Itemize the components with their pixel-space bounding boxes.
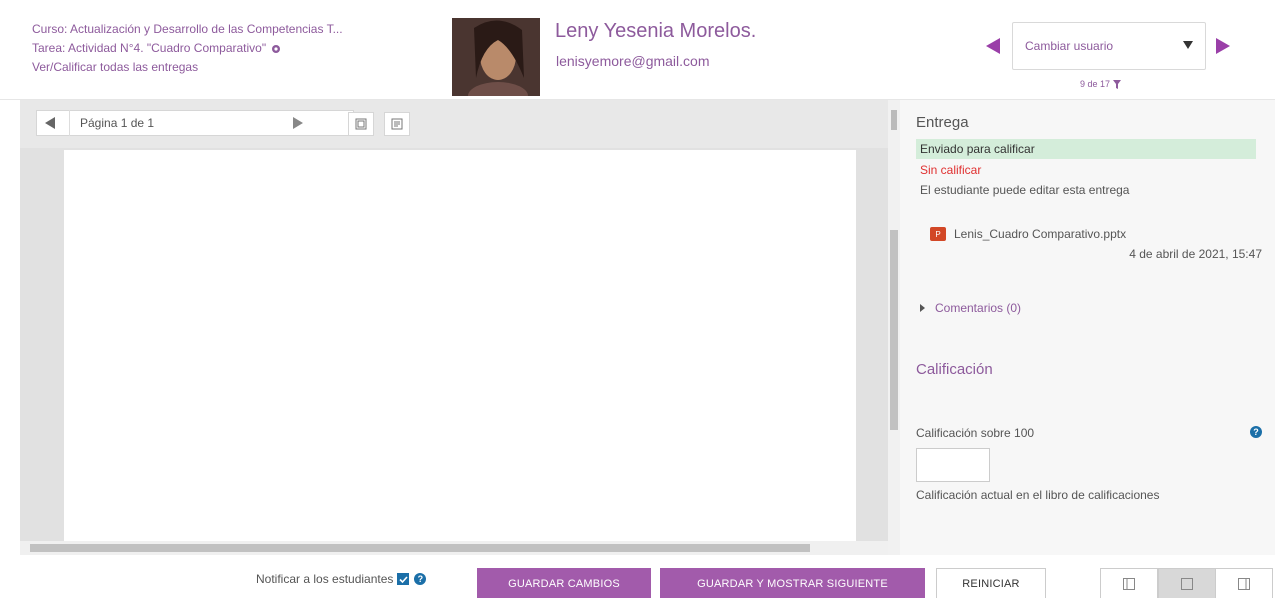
powerpoint-icon: P [930, 227, 946, 241]
save-changes-button[interactable]: GUARDAR CAMBIOS [477, 568, 651, 598]
pdf-page[interactable] [64, 150, 856, 541]
user-name[interactable]: Leny Yesenia Morelos. [555, 20, 756, 43]
action-bar: Notificar a los estudiantes ? GUARDAR CA… [0, 560, 1275, 598]
grader-header: Curso: Actualización y Desarrollo de las… [0, 0, 1275, 100]
gear-icon[interactable] [271, 44, 281, 54]
caret-right-icon [920, 304, 925, 312]
course-info: Curso: Actualización y Desarrollo de las… [32, 20, 343, 77]
search-comments-button[interactable] [348, 112, 374, 136]
help-icon[interactable]: ? [414, 573, 427, 585]
course-link[interactable]: Curso: Actualización y Desarrollo de las… [32, 20, 343, 39]
collapse-review-panel-button[interactable] [1100, 568, 1158, 598]
help-icon[interactable]: ? [1250, 426, 1262, 438]
horizontal-scrollbar-thumb[interactable] [30, 544, 810, 552]
grade-label: Calificación sobre 100 [916, 426, 1035, 440]
current-grade-label: Calificación actual en el libro de calif… [916, 488, 1160, 502]
panel-right-icon [1238, 578, 1250, 590]
save-and-show-next-button[interactable]: GUARDAR Y MOSTRAR SIGUIENTE [660, 568, 925, 598]
next-user-icon[interactable] [1216, 38, 1230, 54]
filter-icon[interactable] [1113, 79, 1122, 89]
submission-title: Entrega [916, 114, 969, 131]
page-select[interactable]: Página 1 de 1 [69, 110, 289, 136]
file-link[interactable]: Lenis_Cuadro Comparativo.pptx [954, 227, 1126, 241]
change-user-placeholder: Cambiar usuario [1025, 39, 1114, 53]
default-layout-button[interactable] [1158, 568, 1216, 598]
user-count: 9 de 17 [1080, 79, 1122, 89]
check-icon [399, 575, 408, 583]
notify-students: Notificar a los estudiantes ? [256, 572, 427, 586]
submitted-file: P Lenis_Cuadro Comparativo.pptx [916, 227, 1261, 241]
file-date: 4 de abril de 2021, 15:47 [1129, 247, 1262, 261]
grade-section-title: Calificación [916, 361, 993, 378]
grading-panel: Entrega Enviado para calificar Sin calif… [900, 100, 1275, 555]
view-all-submissions-link[interactable]: Ver/Calificar todas las entregas [32, 58, 343, 77]
user-count-text: 9 de 17 [1080, 79, 1111, 89]
vertical-scrollbar[interactable] [888, 100, 900, 555]
pdf-toolbar: Página 1 de 1 [20, 100, 888, 148]
comments-label: Comentarios (0) [935, 301, 1022, 315]
horizontal-scrollbar[interactable] [20, 541, 888, 555]
chevron-down-icon [1183, 41, 1193, 49]
next-page-icon[interactable] [293, 117, 303, 129]
comments-toggle[interactable]: Comentarios (0) [916, 301, 1261, 315]
user-email: lenisyemore@gmail.com [556, 53, 710, 69]
grading-status: Sin calificar [920, 163, 982, 177]
change-user-select[interactable]: Cambiar usuario [1012, 22, 1206, 70]
grade-input[interactable] [916, 448, 990, 482]
comment-search-icon [355, 118, 367, 130]
reset-button[interactable]: REINICIAR [936, 568, 1046, 598]
previous-user-icon[interactable] [986, 38, 1000, 54]
notify-label: Notificar a los estudiantes [256, 572, 394, 586]
notify-checkbox[interactable] [397, 573, 410, 585]
change-user-control: Cambiar usuario [986, 22, 1230, 70]
collapse-grade-panel-button[interactable] [1215, 568, 1273, 598]
pdf-viewer: Página 1 de 1 [20, 100, 888, 555]
panel-left-icon [1123, 578, 1135, 590]
edit-status: El estudiante puede editar esta entrega [920, 183, 1130, 197]
previous-page-icon[interactable] [45, 117, 55, 129]
task-line: Tarea: Actividad N°4. "Cuadro Comparativ… [32, 39, 343, 58]
grade-label-row: Calificación sobre 100 ? [916, 426, 1262, 440]
expand-icon [391, 118, 403, 130]
expand-comments-button[interactable] [384, 112, 410, 136]
task-link[interactable]: Tarea: Actividad N°4. "Cuadro Comparativ… [32, 39, 266, 58]
avatar [452, 18, 540, 96]
panel-center-icon [1181, 578, 1193, 590]
page-navigation: Página 1 de 1 [36, 110, 354, 136]
submission-status: Enviado para calificar [916, 139, 1256, 159]
scrollbar-indicator [891, 110, 897, 130]
vertical-scrollbar-thumb[interactable] [890, 230, 898, 430]
